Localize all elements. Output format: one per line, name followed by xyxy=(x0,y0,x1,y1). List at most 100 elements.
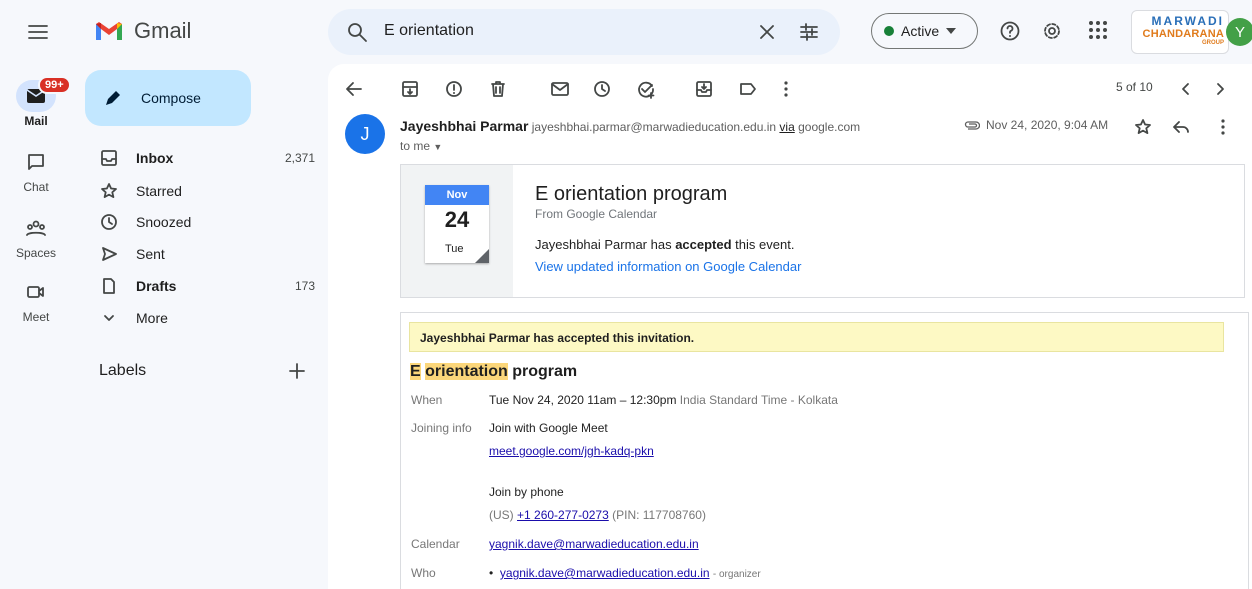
status-dropdown[interactable]: Active xyxy=(871,13,978,49)
newer-chevron-left-icon[interactable] xyxy=(1176,79,1196,99)
calendar-event-card: Nov 24 Tue E orientation program From Go… xyxy=(400,164,1245,298)
invitation-title: E orientation program xyxy=(410,363,577,381)
video-camera-icon xyxy=(20,276,52,308)
compose-label: Compose xyxy=(141,90,201,106)
clear-search-icon[interactable] xyxy=(756,21,778,43)
who-email-link[interactable]: yagnik.dave@marwadieducation.edu.in xyxy=(500,566,710,580)
accepted-suffix: this event. xyxy=(731,237,795,252)
when-label: When xyxy=(411,393,443,407)
search-options-icon[interactable] xyxy=(798,21,820,43)
view-updated-info-link[interactable]: View updated information on Google Calen… xyxy=(535,259,801,274)
accepted-prefix: Jayeshbhai Parmar has xyxy=(535,237,676,252)
rail-chat[interactable]: Chat xyxy=(0,146,72,194)
search-bar[interactable]: E orientation xyxy=(328,9,840,55)
who-role: - organizer xyxy=(712,569,761,580)
main-menu-button[interactable] xyxy=(26,20,50,44)
move-to-icon[interactable] xyxy=(694,79,714,99)
brand-line-3: GROUP xyxy=(1201,40,1224,46)
brand-line-1: MARWADI xyxy=(1151,14,1224,28)
add-to-tasks-icon[interactable] xyxy=(636,79,656,99)
label-icon[interactable] xyxy=(738,79,758,99)
gmail-m-icon xyxy=(96,22,122,40)
nav-label: More xyxy=(136,310,168,326)
chevron-down-icon xyxy=(100,309,122,327)
settings-gear-icon[interactable] xyxy=(1041,20,1063,42)
brand-line-2: CHANDARANA xyxy=(1142,28,1224,40)
sender-name[interactable]: Jayeshbhai Parmar xyxy=(400,118,528,134)
calendar-date-tile: Nov 24 Tue xyxy=(425,185,489,263)
more-options-icon[interactable] xyxy=(776,79,796,99)
bullet: • xyxy=(489,566,497,580)
labels-heading: Labels xyxy=(99,362,147,379)
draft-icon xyxy=(100,277,122,295)
nav-count: 2,371 xyxy=(284,151,315,165)
organization-logo[interactable]: MARWADI CHANDARANA GROUP xyxy=(1131,10,1229,54)
nav-item-starred[interactable]: Starred xyxy=(100,175,315,207)
star-icon xyxy=(100,182,122,200)
page-fold-icon xyxy=(475,249,489,263)
star-message-icon[interactable] xyxy=(1134,118,1152,136)
nav-item-drafts[interactable]: Drafts 173 xyxy=(100,270,315,302)
rail-spaces[interactable]: Spaces xyxy=(0,212,72,260)
nav-item-snoozed[interactable]: Snoozed xyxy=(100,206,315,238)
calendar-date-panel: Nov 24 Tue xyxy=(401,165,513,297)
phone-number-link[interactable]: +1 260-277-0273 xyxy=(517,508,609,522)
nav-label: Drafts xyxy=(136,278,177,294)
rail-meet[interactable]: Meet xyxy=(0,276,72,324)
phone-line: (US) +1 260-277-0273 (PIN: 117708760) xyxy=(489,508,706,522)
message-view: 5 of 10 J Jayeshbhai Parmar jayeshbhai.p… xyxy=(328,64,1252,589)
nav-label: Snoozed xyxy=(136,214,192,230)
who-label: Who xyxy=(411,566,436,580)
spaces-icon xyxy=(20,212,52,244)
help-icon[interactable] xyxy=(999,20,1021,42)
calendar-month: Nov xyxy=(425,185,489,205)
hamburger-icon xyxy=(28,25,48,39)
account-avatar[interactable]: Y xyxy=(1226,18,1252,46)
date-text: Nov 24, 2020, 9:04 AM xyxy=(986,118,1109,132)
recipient-text: to me xyxy=(400,139,431,153)
add-label-icon[interactable] xyxy=(288,362,306,380)
calendar-weekday: Tue xyxy=(445,243,464,255)
chat-icon xyxy=(20,146,52,178)
archive-icon[interactable] xyxy=(400,79,420,99)
rail-spaces-label: Spaces xyxy=(15,246,57,260)
join-phone-text: Join by phone xyxy=(489,485,564,499)
phone-prefix: (US) xyxy=(489,508,514,522)
compose-button[interactable]: Compose xyxy=(85,70,251,126)
older-chevron-right-icon[interactable] xyxy=(1210,79,1230,99)
nav-label: Sent xyxy=(136,246,165,262)
report-spam-icon[interactable] xyxy=(444,79,464,99)
nav-item-more[interactable]: More xyxy=(100,302,315,334)
rail-mail-label: Mail xyxy=(24,114,48,128)
clock-icon xyxy=(100,213,122,231)
joining-info-label: Joining info xyxy=(411,421,472,435)
search-input[interactable]: E orientation xyxy=(384,22,474,40)
via-link[interactable]: via xyxy=(779,120,794,134)
reply-icon[interactable] xyxy=(1172,118,1190,136)
gmail-logo[interactable]: Gmail xyxy=(94,18,191,44)
mark-unread-icon[interactable] xyxy=(550,79,570,99)
snooze-icon[interactable] xyxy=(592,79,612,99)
caret-down-icon xyxy=(946,28,957,34)
event-accepted-text: Jayeshbhai Parmar has accepted this even… xyxy=(535,237,794,252)
back-arrow-icon[interactable] xyxy=(344,79,364,99)
title-part: program xyxy=(512,363,578,380)
when-datetime: Tue Nov 24, 2020 11am – 12:30pm xyxy=(489,393,677,407)
search-icon[interactable] xyxy=(346,21,368,43)
delete-icon[interactable] xyxy=(488,79,508,99)
nav-label: Inbox xyxy=(136,150,174,166)
sender-avatar[interactable]: J xyxy=(345,114,385,154)
recipient-details-toggle[interactable]: to me ▼ xyxy=(400,139,442,153)
nav-item-sent[interactable]: Sent xyxy=(100,238,315,270)
meet-link[interactable]: meet.google.com/jgh-kadq-pkn xyxy=(489,444,654,458)
acceptance-banner: Jayeshbhai Parmar has accepted this invi… xyxy=(409,322,1224,352)
title-part-highlight: orientation xyxy=(425,363,508,380)
message-more-icon[interactable] xyxy=(1214,118,1232,136)
calendar-label: Calendar xyxy=(411,537,460,551)
apps-grid-icon[interactable] xyxy=(1088,20,1108,40)
calendar-email-link[interactable]: yagnik.dave@marwadieducation.edu.in xyxy=(489,537,699,551)
nav-item-inbox[interactable]: Inbox 2,371 xyxy=(100,142,315,174)
unread-badge: 99+ xyxy=(38,76,71,94)
inbox-icon xyxy=(100,149,122,167)
via-domain: google.com xyxy=(798,120,861,134)
